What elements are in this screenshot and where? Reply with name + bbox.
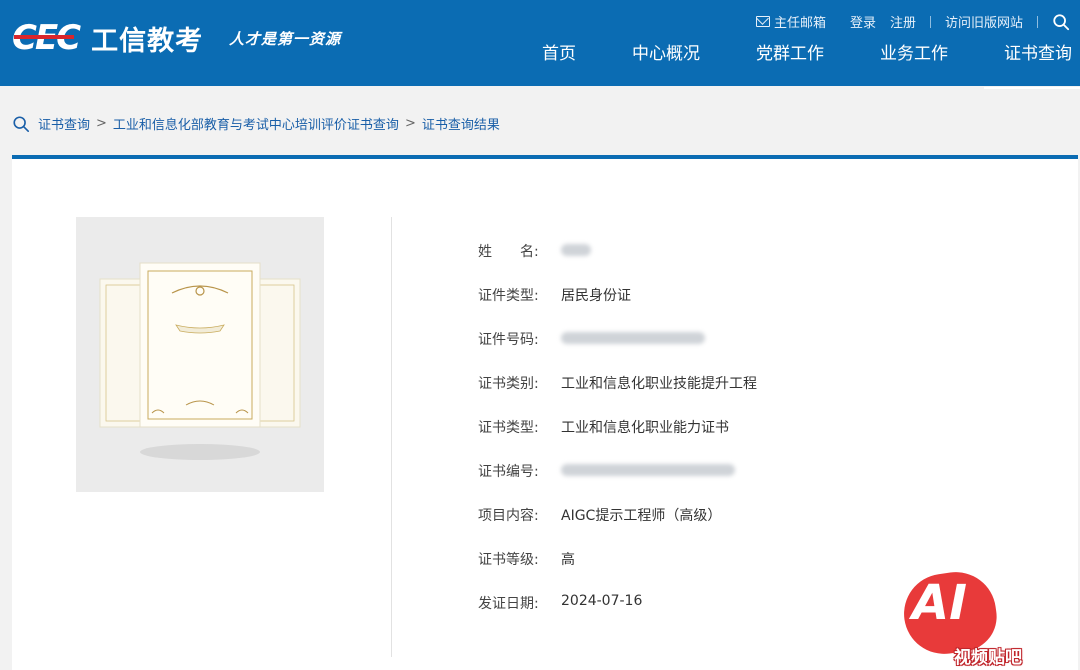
field-row-cert-category: 证书类别: 工业和信息化职业技能提升工程: [478, 373, 757, 417]
field-value: 2024-07-16: [561, 593, 643, 609]
logo-mark: CEC: [12, 18, 81, 58]
site-logo[interactable]: CEC 工信教考: [12, 18, 203, 58]
main-nav: 首页 中心概况 党群工作 业务工作 证书查询: [514, 42, 1080, 89]
field-label: 项目内容:: [478, 508, 539, 524]
field-row-id-number: 证件号码:: [478, 329, 757, 373]
site-header: CEC 工信教考 人才是第一资源 主任邮箱 登录 注册 访问旧版网站 首页 中心…: [0, 0, 1080, 89]
register-link[interactable]: 注册: [890, 12, 916, 31]
field-label: 证件号码:: [478, 332, 539, 348]
field-row-cert-type: 证书类型: 工业和信息化职业能力证书: [478, 417, 757, 461]
redacted-value: [561, 332, 705, 344]
redacted-value: [561, 244, 591, 256]
chevron-right-icon: >: [96, 116, 107, 131]
nav-party-work[interactable]: 党群工作: [728, 42, 852, 78]
breadcrumb-training-cert-query[interactable]: 工业和信息化部教育与考试中心培训评价证书查询: [113, 114, 399, 133]
field-value: 高: [561, 552, 575, 568]
search-icon: [13, 115, 30, 132]
mail-icon: [755, 16, 770, 27]
field-label: 证书类型:: [478, 420, 539, 436]
certificate-image: [76, 217, 324, 492]
field-label: 姓 名:: [478, 244, 539, 260]
watermark-ai-text: AI: [912, 575, 968, 631]
nav-business[interactable]: 业务工作: [852, 42, 976, 78]
watermark-logo: AI 视频贴吧: [898, 565, 1058, 670]
search-icon[interactable]: [1052, 13, 1070, 31]
old-site-link[interactable]: 访问旧版网站: [945, 12, 1023, 31]
certificate-fields: 姓 名: 证件类型: 居民身份证 证件号码: 证书类别: 工业和信息化职业技能提…: [478, 241, 757, 637]
logo-name: 工信教考: [91, 25, 204, 57]
separator: [929, 15, 931, 28]
site-slogan: 人才是第一资源: [229, 30, 342, 48]
field-row-name: 姓 名:: [478, 241, 757, 285]
chevron-right-icon: >: [404, 116, 416, 131]
certificate-illustration: [99, 262, 301, 460]
breadcrumb-cert-query[interactable]: 证书查询: [38, 114, 90, 133]
vertical-divider: [391, 217, 392, 657]
field-label: 证书类别:: [478, 376, 539, 392]
field-value: AIGC提示工程师（高级）: [561, 508, 722, 524]
field-label: 证书等级:: [478, 552, 539, 568]
field-row-id-type: 证件类型: 居民身份证: [478, 285, 757, 329]
field-row-level: 证书等级: 高: [478, 549, 757, 593]
separator: [1037, 15, 1038, 28]
redacted-value: [561, 464, 735, 476]
field-label: 证书编号:: [478, 464, 539, 480]
field-row-cert-number: 证书编号:: [478, 461, 757, 505]
director-mail-link[interactable]: 主任邮箱: [755, 12, 826, 31]
watermark-caption: 视频贴吧: [954, 648, 1022, 668]
field-row-project: 项目内容: AIGC提示工程师（高级）: [478, 505, 757, 549]
field-value: 居民身份证: [561, 288, 631, 304]
top-links: 主任邮箱 登录 注册 访问旧版网站: [755, 12, 1070, 31]
login-link[interactable]: 登录: [850, 12, 876, 31]
field-label: 证件类型:: [478, 288, 539, 304]
nav-cert-query[interactable]: 证书查询: [976, 42, 1080, 89]
field-label: 发证日期:: [478, 596, 539, 612]
breadcrumb: 证书查询 > 工业和信息化部教育与考试中心培训评价证书查询 > 证书查询结果: [12, 114, 500, 133]
nav-home[interactable]: 首页: [514, 42, 604, 78]
breadcrumb-query-result: 证书查询结果: [421, 118, 500, 133]
field-value: 工业和信息化职业能力证书: [561, 420, 729, 436]
nav-about[interactable]: 中心概况: [604, 42, 728, 78]
field-value: 工业和信息化职业技能提升工程: [561, 376, 757, 392]
field-row-issue-date: 发证日期: 2024-07-16: [478, 593, 757, 637]
